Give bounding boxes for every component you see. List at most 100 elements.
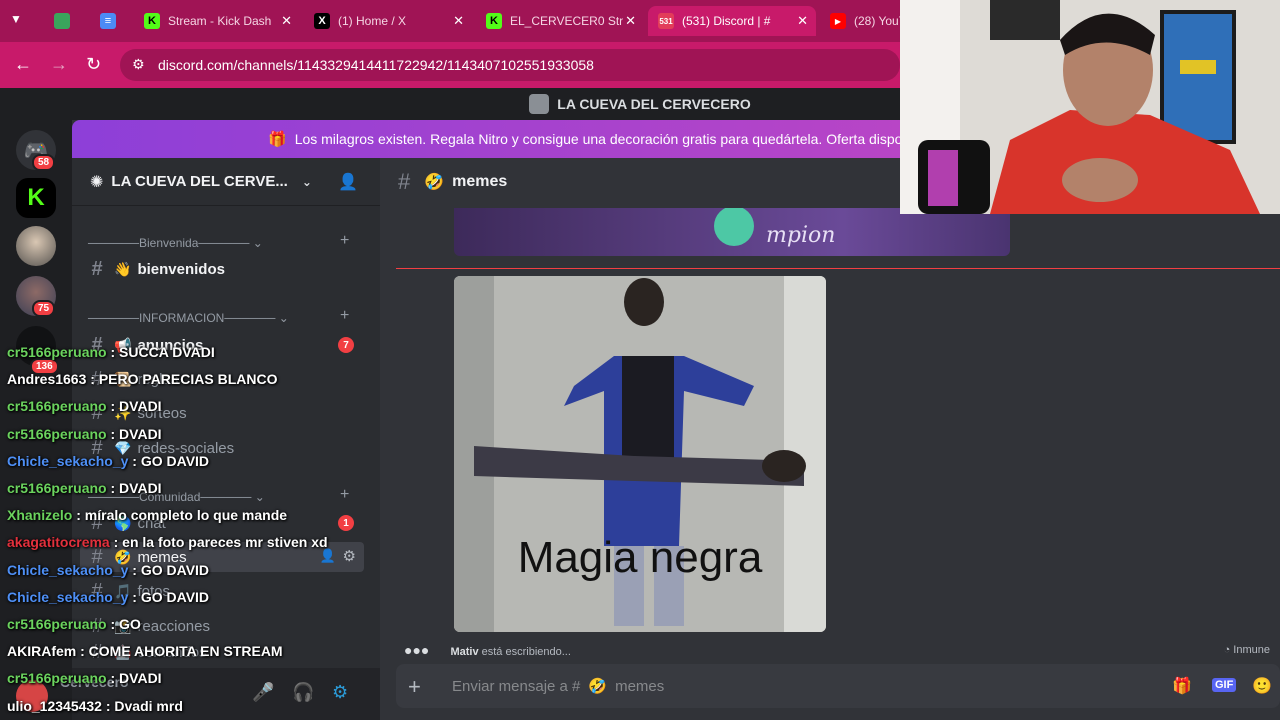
- channel-name: bienvenidos: [137, 260, 225, 278]
- message-input[interactable]: + Enviar mensaje a # 🤣 memes 🎁 GIF 🙂: [396, 664, 1280, 708]
- stream-chat-message: cr5166peruano : DVADI: [7, 670, 162, 686]
- nitro-promo-banner[interactable]: 🎁 Los milagros existen. Regala Nitro y c…: [72, 120, 902, 158]
- stream-chat-text: : GO DAVID: [128, 452, 210, 469]
- stream-chat-text: : COME AHORITA EN STREAM: [76, 643, 283, 660]
- stream-chat-message: Andres1663 : PERO PARECIAS BLANCO: [7, 371, 277, 387]
- gift-icon[interactable]: 🎁: [1172, 676, 1192, 696]
- url-field[interactable]: ⚙ discord.com/channels/11433294144117229…: [120, 49, 900, 81]
- docs-icon: ≡: [100, 13, 116, 29]
- server-avatar[interactable]: [16, 226, 56, 266]
- add-channel-icon[interactable]: +: [340, 307, 349, 325]
- new-messages-divider: [396, 268, 1280, 269]
- tab-kick-stream[interactable]: K EL_CERVECER0 Str ✕: [476, 6, 644, 36]
- chevron-down-icon: ⌄: [301, 174, 312, 189]
- upload-plus-icon[interactable]: +: [408, 674, 421, 700]
- stream-chat-user: Chicle_sekacho_y: [7, 588, 129, 605]
- server-name: LA CUEVA DEL CERVE...: [111, 173, 288, 190]
- stream-chat-message: cr5166peruano : DVADI: [7, 398, 162, 414]
- tab-apps[interactable]: [44, 6, 80, 36]
- tab-docs[interactable]: ≡: [90, 6, 126, 36]
- close-icon[interactable]: ✕: [453, 13, 464, 29]
- youtube-icon: ▶: [830, 13, 846, 29]
- category-bienvenida[interactable]: ──────Bienvenida────── ⌄: [88, 236, 263, 250]
- server-kick[interactable]: K: [16, 178, 56, 218]
- server-header[interactable]: ✺ LA CUEVA DEL CERVE... ⌄ 👤: [72, 158, 380, 206]
- close-icon[interactable]: ✕: [625, 13, 636, 29]
- meme-image-attachment[interactable]: Magia negra: [454, 276, 826, 632]
- tab-label: (531) Discord | #: [682, 14, 771, 28]
- stream-chat-message: Chicle_sekacho_y : GO DAVID: [7, 453, 209, 469]
- stream-chat-text: : DVADI: [106, 398, 162, 415]
- stream-chat-user: Xhanizelo: [7, 507, 73, 524]
- close-icon[interactable]: ✕: [797, 13, 808, 29]
- tab-label: Stream - Kick Dash: [168, 14, 272, 28]
- channel-emoji: 🤣: [588, 678, 608, 695]
- stream-chat-user: Chicle_sekacho_y: [7, 561, 129, 578]
- window-title: LA CUEVA DEL CERVECERO: [557, 96, 751, 112]
- stream-chat-text: : Dvadi mrd: [101, 697, 183, 714]
- stream-chat-text: : GO DAVID: [128, 588, 210, 605]
- invite-user-icon[interactable]: 👤: [338, 172, 358, 192]
- discord-icon: 531: [658, 13, 674, 29]
- mentions-badge: 58: [32, 154, 56, 171]
- tab-label: EL_CERVECER0 Str: [510, 14, 624, 28]
- reload-icon[interactable]: ↻: [86, 54, 101, 75]
- tab-kick-dashboard[interactable]: K Stream - Kick Dash ✕: [134, 6, 300, 36]
- stream-chat-message: cr5166peruano : GO: [7, 616, 141, 632]
- tab-label: (28) YouT: [854, 14, 900, 28]
- typing-dots-icon: ●●●: [404, 642, 430, 658]
- stream-chat-text: : en la foto pareces mr stiven xd: [109, 534, 328, 551]
- typing-text: está escribiendo...: [481, 646, 571, 658]
- stream-chat-message: cr5166peruano : DVADI: [7, 480, 162, 496]
- immune-label: Inmune: [1233, 644, 1270, 656]
- stream-chat-text: : GO DAVID: [128, 561, 210, 578]
- stream-chat-text: : GO: [106, 616, 141, 632]
- site-settings-icon[interactable]: ⚙: [132, 56, 145, 73]
- channel-emoji: 🤣: [424, 174, 445, 191]
- server-icon: [529, 94, 550, 114]
- stream-chat-user: cr5166peruano: [7, 398, 107, 415]
- typing-user: Mativ: [450, 646, 479, 658]
- tab-youtube[interactable]: ▶ (28) YouT: [820, 6, 900, 36]
- stream-chat-user: Chicle_sekacho_y: [7, 452, 129, 469]
- tab-x-home[interactable]: X (1) Home / X ✕: [304, 6, 472, 36]
- forward-icon[interactable]: →: [50, 54, 68, 75]
- previous-image-attachment[interactable]: mpion: [454, 208, 1010, 256]
- back-icon[interactable]: ←: [14, 54, 32, 75]
- stream-chat-text: : DVADI: [106, 425, 162, 442]
- server-badge-icon: ✺: [90, 173, 104, 191]
- kick-icon: K: [486, 13, 502, 29]
- channel-bienvenidos[interactable]: # 👋 bienvenidos: [80, 254, 364, 284]
- gif-icon[interactable]: GIF: [1212, 678, 1237, 692]
- x-icon: X: [314, 13, 330, 29]
- hash-icon: #: [91, 257, 103, 280]
- typing-indicator: ●●● Mativ está escribiendo...: [404, 642, 571, 658]
- stream-chat-message: ulio_12345432 : Dvadi mrd: [7, 698, 183, 714]
- composer-placeholder: Enviar mensaje a #: [452, 677, 581, 695]
- tab-label: (1) Home / X: [338, 14, 407, 28]
- clock-icon: ◔: [1223, 644, 1231, 656]
- sticker-icon[interactable]: 🙂: [1252, 676, 1272, 696]
- previous-image-graphic: mpion: [714, 208, 835, 248]
- stream-chat-overlay: cr5166peruano : SUCCA DVADI Andres1663 : …: [0, 340, 380, 720]
- tab-list-chevron-icon[interactable]: ▼: [10, 12, 22, 26]
- add-channel-icon[interactable]: +: [340, 232, 349, 250]
- stream-chat-user: cr5166peruano: [7, 480, 107, 496]
- stream-chat-user: cr5166peruano: [7, 670, 107, 687]
- hash-icon: #: [398, 169, 411, 194]
- meme-image-graphic: Magia negra: [454, 276, 826, 632]
- tab-discord[interactable]: 531 (531) Discord | # ✕: [648, 6, 816, 36]
- composer-channel: memes: [615, 677, 665, 695]
- close-icon[interactable]: ✕: [281, 13, 292, 29]
- stream-chat-text: : DVADI: [106, 670, 162, 687]
- channel-title: memes: [452, 173, 508, 190]
- stream-chat-message: AKIRAfem : COME AHORITA EN STREAM: [7, 643, 283, 659]
- stream-chat-message: Xhanizelo : míralo completo lo que mande: [7, 507, 287, 523]
- kick-icon: K: [144, 13, 160, 29]
- stream-chat-message: akagatitocrema : en la foto pareces mr s…: [7, 534, 328, 550]
- stream-chat-user: ulio_12345432: [7, 697, 102, 714]
- category-informacion[interactable]: ──────INFORMACION────── ⌄: [88, 311, 289, 325]
- nitro-banner-text: Los milagros existen. Regala Nitro y con…: [294, 131, 902, 147]
- stream-chat-message: cr5166peruano : DVADI: [7, 426, 162, 442]
- immune-status: ◔ Inmune: [1224, 644, 1270, 656]
